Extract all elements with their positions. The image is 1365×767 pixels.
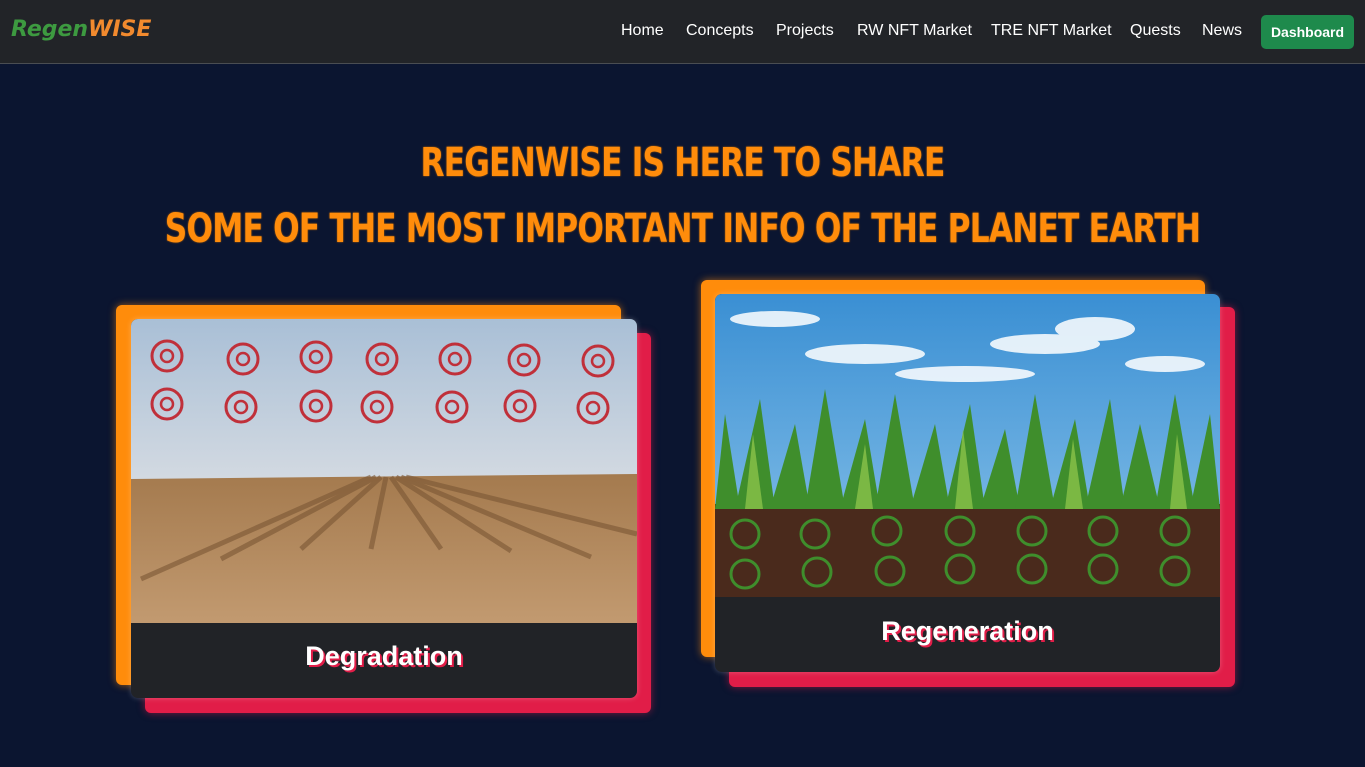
navbar: RegenWISE Home Concepts Projects RW NFT … [0,0,1365,64]
nav-rw-nft-market[interactable]: RW NFT Market [857,20,972,42]
card-regeneration[interactable]: Regeneration [715,294,1220,672]
nav-concepts[interactable]: Concepts [686,20,754,42]
regenerated-plants-painting [715,294,1220,597]
card-regeneration-title: Regeneration [881,616,1054,646]
card-degradation[interactable]: Degradation [131,319,637,698]
hero-headline-line2: SOME OF THE MOST IMPORTANT INFO OF THE P… [164,206,1201,252]
dashboard-button[interactable]: Dashboard [1261,15,1354,49]
nav-projects[interactable]: Projects [776,20,834,42]
nav-home[interactable]: Home [621,20,664,42]
degraded-farmland-painting [131,319,637,623]
nav-tre-nft-market[interactable]: TRE NFT Market [991,20,1112,42]
nav-quests[interactable]: Quests [1130,20,1181,42]
nav-links: Home Concepts Projects RW NFT Market TRE… [0,0,1365,64]
nav-news[interactable]: News [1202,20,1242,42]
hero-headline-line1: REGENWISE IS HERE TO SHARE [420,140,945,186]
card-degradation-title: Degradation [305,641,463,671]
